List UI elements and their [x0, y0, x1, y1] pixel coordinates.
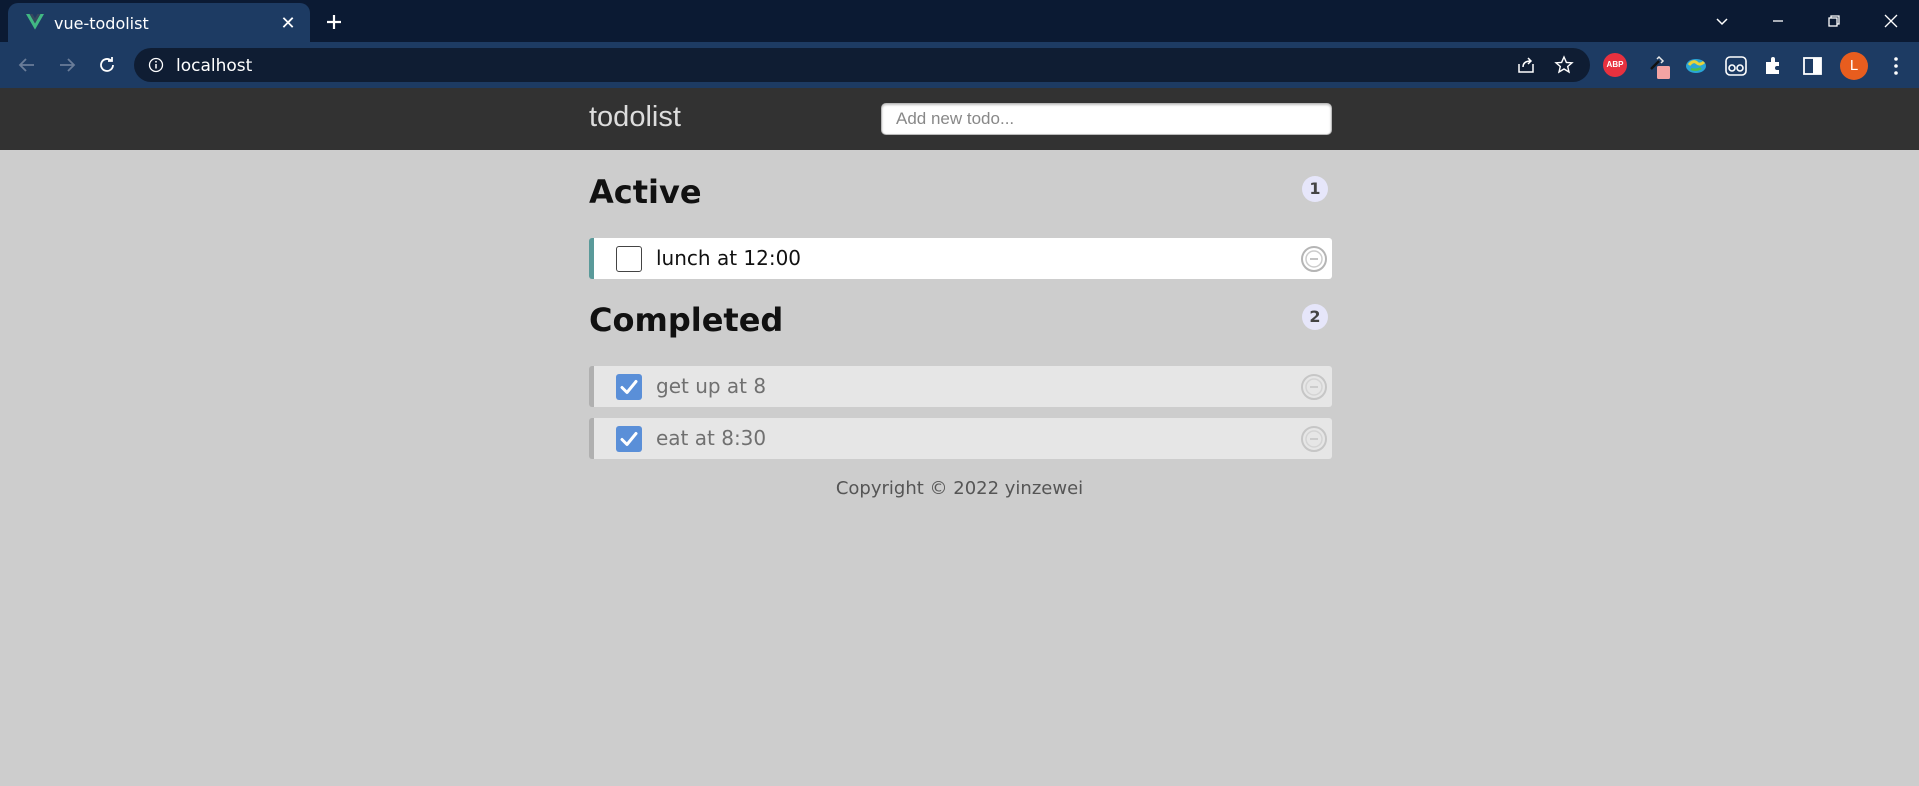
back-icon[interactable] [14, 52, 40, 78]
todo-checkbox[interactable] [616, 426, 642, 452]
minimize-icon[interactable] [1765, 8, 1791, 34]
remove-icon[interactable] [1301, 246, 1327, 272]
eyedropper-icon[interactable] [1645, 53, 1671, 79]
share-icon[interactable] [1516, 55, 1536, 75]
todo-text: get up at 8 [656, 374, 767, 398]
todo-text: lunch at 12:00 [656, 246, 802, 270]
app-header: todolist [0, 88, 1919, 150]
browser-menu-icon[interactable] [1884, 54, 1908, 78]
todo-item: get up at 8 [589, 366, 1332, 407]
active-count-badge: 1 [1302, 176, 1328, 202]
section-title-completed: Completed [589, 301, 784, 339]
tab-title: vue-todolist [54, 14, 149, 33]
address-bar[interactable]: localhost [134, 48, 1590, 82]
adblock-plus-icon[interactable]: ABP [1603, 53, 1629, 79]
reader-icon[interactable] [1723, 53, 1749, 79]
add-todo-input[interactable] [881, 103, 1332, 135]
todo-text: eat at 8:30 [656, 426, 767, 450]
checkmark-icon [620, 432, 638, 446]
url-text[interactable]: localhost [176, 56, 252, 76]
info-icon[interactable] [148, 57, 164, 73]
earth-icon[interactable] [1683, 53, 1709, 79]
browser-toolbar: localhost ABP L [0, 42, 1919, 88]
remove-icon[interactable] [1301, 374, 1327, 400]
reload-icon[interactable] [94, 52, 120, 78]
browser-tabstrip: vue-todolist ✕ [0, 0, 1919, 42]
restore-icon[interactable] [1821, 8, 1847, 34]
todo-item: eat at 8:30 [589, 418, 1332, 459]
browser-tab[interactable]: vue-todolist ✕ [8, 3, 310, 42]
side-panel-icon[interactable] [1800, 53, 1826, 79]
copyright-footer: Copyright © 2022 yinzewei [835, 478, 1084, 499]
remove-icon[interactable] [1301, 426, 1327, 452]
forward-icon[interactable] [54, 52, 80, 78]
close-tab-icon[interactable]: ✕ [278, 13, 298, 33]
checkmark-icon [620, 380, 638, 394]
new-tab-icon[interactable] [322, 10, 346, 34]
bookmark-star-icon[interactable] [1554, 55, 1574, 75]
todo-checkbox[interactable] [616, 246, 642, 272]
completed-count-badge: 2 [1302, 304, 1328, 330]
profile-avatar[interactable]: L [1840, 52, 1868, 80]
close-window-icon[interactable] [1878, 8, 1904, 34]
todo-checkbox[interactable] [616, 374, 642, 400]
app-brand: todolist [589, 101, 681, 133]
puzzle-icon[interactable] [1761, 53, 1787, 79]
tab-search-icon[interactable] [1709, 8, 1735, 34]
vue-logo-icon [26, 14, 44, 30]
todo-item: lunch at 12:00 [589, 238, 1332, 279]
section-title-active: Active [589, 173, 702, 211]
